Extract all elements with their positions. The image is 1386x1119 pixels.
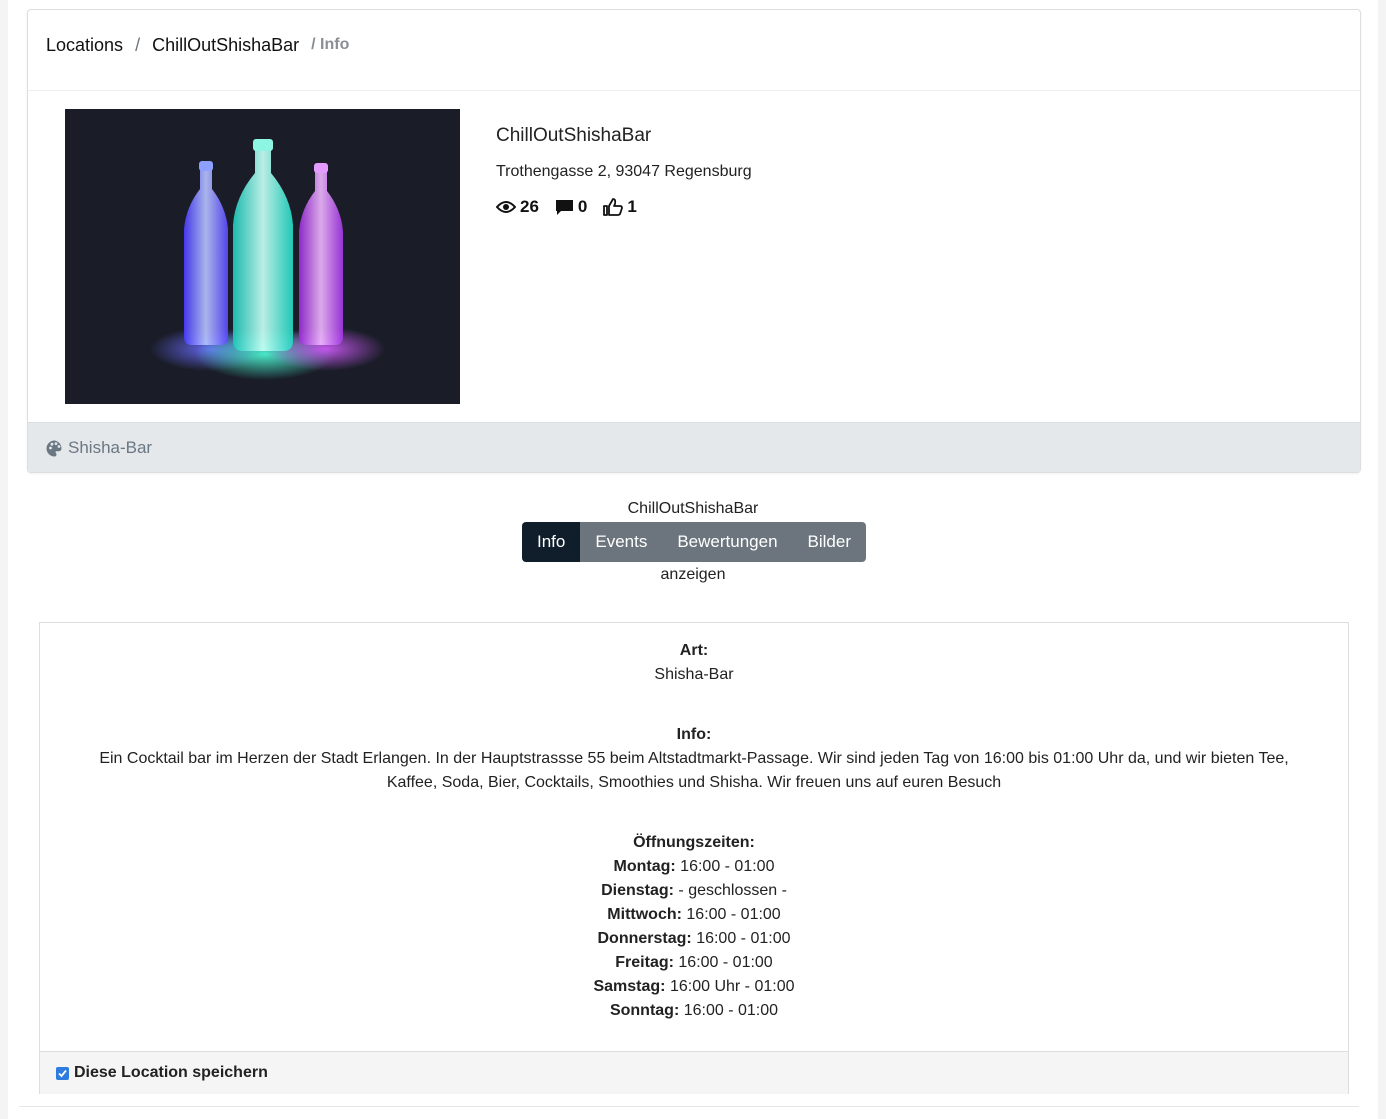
tab-info[interactable]: Info — [522, 522, 581, 562]
hours-time: 16:00 Uhr - 01:00 — [669, 978, 795, 995]
info-label: Info: — [676, 726, 712, 743]
info-panel: Art: Shisha-Bar Info: Ein Cocktail bar i… — [39, 622, 1349, 1094]
thumbs-up-icon — [603, 198, 624, 216]
location-name: ChillOutShishaBar — [496, 125, 652, 146]
location-stats: 26 0 1 — [496, 197, 653, 217]
comments-count: 0 — [577, 197, 588, 216]
hours-row: Samstag: 16:00 Uhr - 01:00 — [40, 975, 1348, 999]
save-location-label[interactable]: Diese Location speichern — [74, 1064, 268, 1082]
info-text-line-1: Ein Cocktail bar im Herzen der Stadt Erl… — [99, 750, 1289, 767]
tab-events[interactable]: Events — [580, 522, 663, 562]
hours-row: Sonntag: 16:00 - 01:00 — [40, 999, 1348, 1023]
hours-day: Dienstag: — [601, 882, 674, 899]
breadcrumb-locations[interactable]: Locations — [46, 34, 123, 56]
hours-row: Freitag: 16:00 - 01:00 — [40, 951, 1348, 975]
palette-icon — [46, 440, 62, 456]
info-text-line-2: Kaffee, Soda, Bier, Cocktails, Smoothies… — [386, 774, 1002, 791]
hours-row: Montag: 16:00 - 01:00 — [40, 855, 1348, 879]
views-count: 26 — [520, 197, 539, 216]
category-label: Shisha-Bar — [68, 438, 153, 457]
likes-stat[interactable]: 1 — [603, 197, 637, 217]
comments-stat: 0 — [555, 197, 587, 217]
breadcrumb-location[interactable]: ChillOutShishaBar — [152, 34, 299, 56]
location-tabs: Info Events Bewertungen Bilder — [522, 522, 866, 562]
save-location-row: Diese Location speichern — [40, 1051, 1348, 1094]
hours-day: Samstag: — [593, 978, 666, 995]
hours-time: 16:00 - 01:00 — [678, 954, 773, 971]
hours-row: Dienstag: - geschlossen - — [40, 879, 1348, 903]
category-tag: Shisha-Bar — [46, 438, 152, 458]
info-panel-body: Art: Shisha-Bar Info: Ein Cocktail bar i… — [40, 623, 1348, 1051]
tab-bilder[interactable]: Bilder — [792, 522, 866, 562]
divider — [19, 1106, 1359, 1107]
hours-day: Montag: — [613, 858, 676, 875]
location-card: Locations / ChillOutShishaBar / Info Chi… — [27, 9, 1361, 473]
checkbox-checked-icon — [58, 1069, 67, 1077]
location-address: Trothengasse 2, 93047 Regensburg — [496, 163, 752, 180]
location-photo[interactable] — [65, 109, 460, 404]
hours-time: 16:00 - 01:00 — [686, 906, 781, 923]
likes-count: 1 — [627, 197, 637, 216]
hours-time: 16:00 - 01:00 — [696, 930, 791, 947]
tabs-caption-top: ChillOutShishaBar — [627, 500, 759, 517]
hours-day: Mittwoch: — [607, 906, 682, 923]
hours-row: Mittwoch: 16:00 - 01:00 — [40, 903, 1348, 927]
hours-day: Donnerstag: — [597, 930, 692, 947]
views-stat: 26 — [496, 197, 539, 217]
breadcrumb-separator: / — [135, 35, 141, 55]
location-media: ChillOutShishaBar Trothengasse 2, 93047 … — [28, 90, 1360, 423]
hours-label: Öffnungszeiten: — [633, 834, 755, 851]
hours-time: 16:00 - 01:00 — [680, 858, 775, 875]
save-location-checkbox[interactable] — [56, 1066, 69, 1080]
eye-icon — [496, 201, 516, 213]
hours-time: 16:00 - 01:00 — [683, 1002, 779, 1019]
breadcrumb-current: / Info — [311, 36, 350, 53]
hours-row: Donnerstag: 16:00 - 01:00 — [40, 927, 1348, 951]
art-label: Art: — [679, 642, 709, 659]
page-margin — [0, 0, 8, 1119]
bottles-image — [65, 109, 460, 404]
hours-day: Freitag: — [615, 954, 674, 971]
tab-bewertungen[interactable]: Bewertungen — [662, 522, 793, 562]
tabs-caption-bottom: anzeigen — [660, 566, 726, 583]
hours-day: Sonntag: — [609, 1002, 680, 1019]
comment-icon — [555, 199, 573, 215]
breadcrumb: Locations / ChillOutShishaBar / Info — [46, 34, 349, 56]
card-footer: Shisha-Bar — [28, 422, 1360, 472]
hours-time: - geschlossen - — [678, 882, 787, 899]
art-value: Shisha-Bar — [654, 666, 734, 683]
